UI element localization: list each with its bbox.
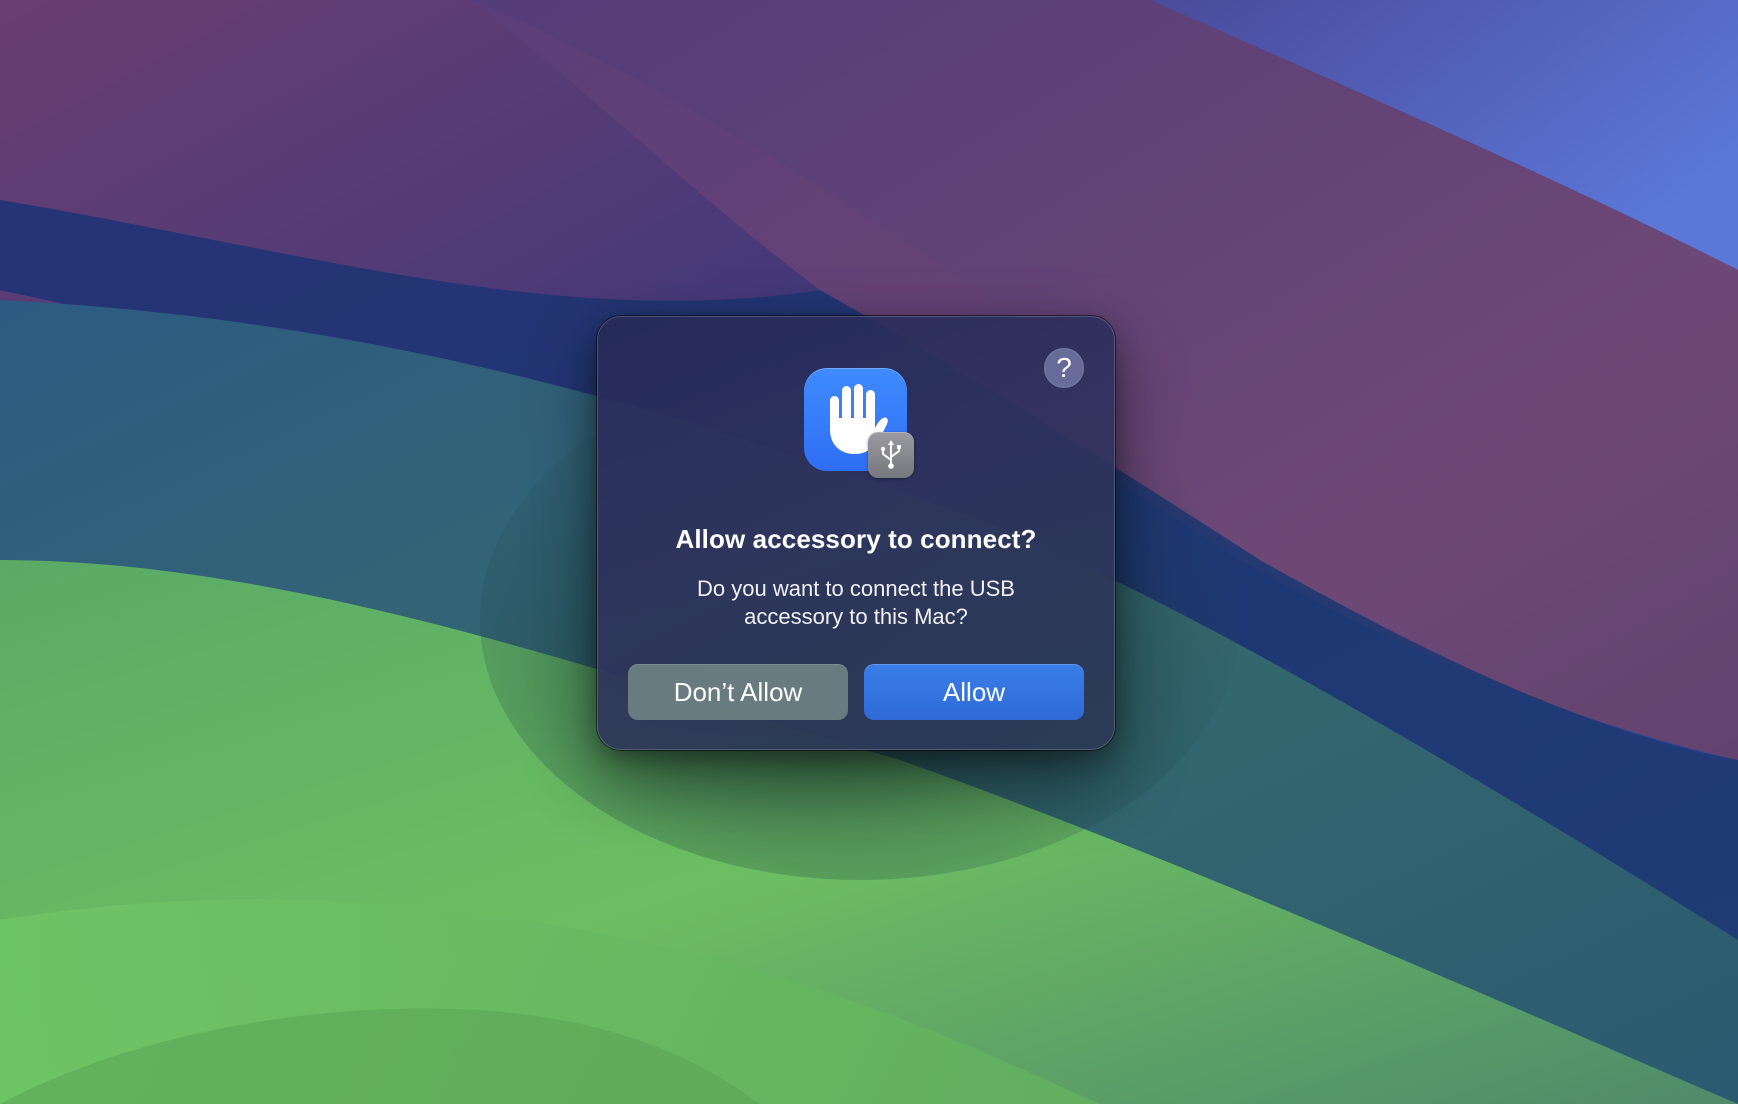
dont-allow-button[interactable]: Don’t Allow [628, 664, 848, 720]
usb-icon [880, 440, 901, 469]
dialog-message-line-1: Do you want to connect the USB [697, 576, 1015, 601]
help-button[interactable]: ? [1044, 348, 1084, 388]
usb-badge [868, 432, 914, 478]
allow-button[interactable]: Allow [864, 664, 1084, 720]
privacy-app-icon [804, 368, 920, 484]
dialog-message: Do you want to connect the USB accessory… [637, 575, 1075, 631]
dialog-title: Allow accessory to connect? [675, 524, 1037, 554]
dialog-message-line-2: accessory to this Mac? [744, 604, 968, 629]
usb-accessory-dialog: ? Allow accessory to connect? Do you wan… [597, 316, 1115, 750]
desktop: ? Allow accessory to connect? Do you wan… [0, 0, 1738, 1104]
